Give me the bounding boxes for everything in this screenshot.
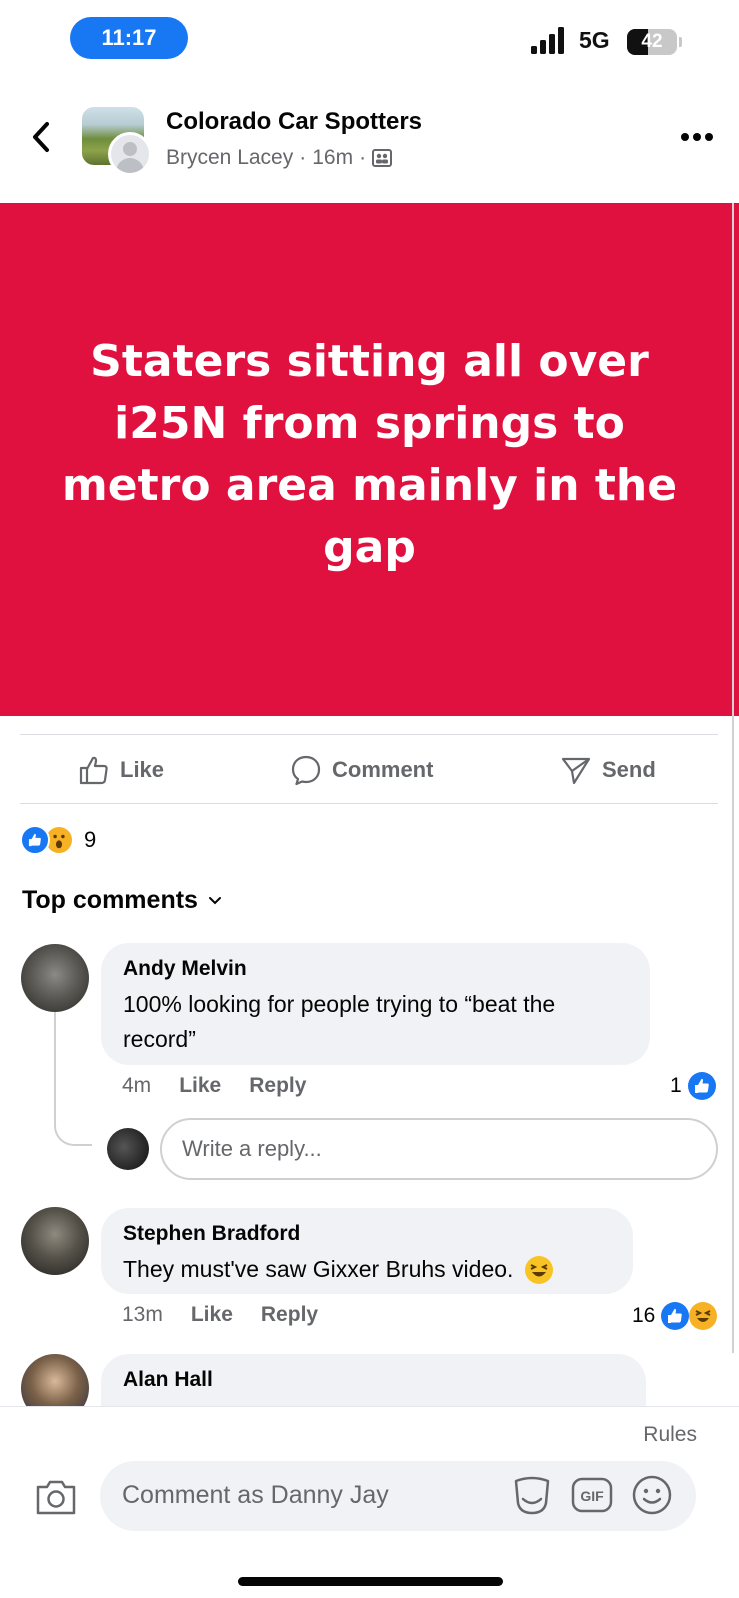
gif-icon[interactable]: GIF (570, 1473, 614, 1517)
comment-like-button[interactable]: Like (191, 1303, 233, 1327)
commenter-avatar[interactable] (21, 1207, 89, 1275)
comment-bubble[interactable]: Andy Melvin 100% looking for people tryi… (101, 943, 650, 1065)
author-name[interactable]: Brycen Lacey (166, 146, 293, 170)
commenter-avatar[interactable] (21, 944, 89, 1012)
post-meta: Brycen Lacey · 16m · (166, 146, 393, 170)
post-text-banner: Staters sitting all over i25N from sprin… (0, 203, 739, 716)
group-name[interactable]: Colorado Car Spotters (166, 108, 422, 136)
comment-text: 100% looking for people trying to “beat … (123, 991, 556, 1052)
gif-label: GIF (580, 1488, 604, 1504)
comment-meta: 4m Like Reply (122, 1074, 306, 1098)
comment-reaction-count: 16 (632, 1304, 656, 1327)
send-icon (561, 757, 591, 785)
my-avatar (107, 1128, 149, 1170)
post-header: Colorado Car Spotters Brycen Lacey · 16m… (0, 90, 739, 190)
reply-input[interactable]: Write a reply... (160, 1118, 718, 1180)
commenter-name[interactable]: Andy Melvin (123, 957, 628, 981)
thumbs-up-icon (79, 756, 108, 785)
comment-reaction-count: 1 (670, 1074, 682, 1097)
chevron-down-icon (208, 896, 221, 904)
comment-label: Comment (332, 757, 434, 782)
scroll-indicator (732, 203, 734, 1353)
back-arrow-icon[interactable] (30, 120, 52, 154)
signal-icon (531, 27, 564, 54)
comment-reply-button[interactable]: Reply (249, 1074, 306, 1098)
like-reaction-icon (20, 825, 50, 855)
comment-button[interactable]: Comment (290, 750, 433, 790)
camera-icon[interactable] (34, 1477, 78, 1517)
meta-separator-2: · (359, 146, 367, 169)
rules-link[interactable]: Rules (643, 1423, 697, 1447)
comment-reply-button[interactable]: Reply (261, 1303, 318, 1327)
comment-bubble-icon (291, 755, 321, 786)
comment-text: They must've saw Gixxer Bruhs video. (123, 1256, 514, 1282)
comment-meta: 13m Like Reply (122, 1303, 318, 1327)
like-reaction-icon (661, 1302, 690, 1330)
author-avatar[interactable] (108, 132, 152, 176)
post-time[interactable]: 16m (312, 146, 353, 170)
reply-thread-line (54, 1012, 92, 1146)
comment-time: 4m (122, 1074, 152, 1097)
meta-separator: · (299, 146, 307, 169)
comment-bubble[interactable]: Stephen Bradford They must've saw Gixxer… (101, 1208, 633, 1294)
comment-like-button[interactable]: Like (179, 1074, 221, 1098)
status-time: 11:17 (70, 17, 188, 59)
like-reaction-icon (687, 1072, 716, 1100)
commenter-name[interactable]: Alan Hall (123, 1368, 624, 1392)
network-type: 5G (579, 27, 610, 53)
commenter-name[interactable]: Stephen Bradford (123, 1222, 611, 1246)
comment-reactions[interactable]: 1 (670, 1072, 716, 1100)
like-button[interactable]: Like (78, 750, 164, 790)
like-label: Like (120, 757, 165, 782)
send-button[interactable]: Send (560, 750, 656, 790)
reaction-count: 9 (84, 827, 97, 852)
reactions-summary[interactable]: 9 (20, 824, 96, 856)
avatar-sticker-icon[interactable] (510, 1473, 554, 1517)
laughing-emoji-icon (525, 1255, 554, 1284)
comment-time: 13m (122, 1303, 163, 1326)
top-comments-dropdown[interactable]: Top comments (22, 886, 222, 915)
post-text: Staters sitting all over i25N from sprin… (61, 335, 678, 573)
comment-reactions[interactable]: 16 (632, 1302, 718, 1330)
status-bar: 11:17 5G 42 (0, 0, 739, 80)
emoji-icon[interactable] (630, 1473, 674, 1517)
more-options-icon[interactable] (680, 132, 714, 142)
battery-icon: 42 (627, 29, 677, 55)
group-members-icon (372, 149, 393, 167)
haha-reaction-icon (689, 1302, 718, 1330)
divider (20, 803, 718, 804)
battery-level: 42 (641, 31, 663, 52)
comment-text-row: They must've saw Gixxer Bruhs video. (123, 1252, 611, 1287)
top-comments-label: Top comments (22, 886, 198, 914)
send-label: Send (602, 757, 656, 782)
comment-composer: Rules Comment as Danny Jay GIF (0, 1406, 739, 1598)
divider (20, 734, 718, 735)
reply-placeholder: Write a reply... (182, 1136, 322, 1161)
battery-tip (679, 37, 682, 47)
home-indicator (238, 1577, 503, 1586)
comment-placeholder: Comment as Danny Jay (122, 1481, 389, 1509)
